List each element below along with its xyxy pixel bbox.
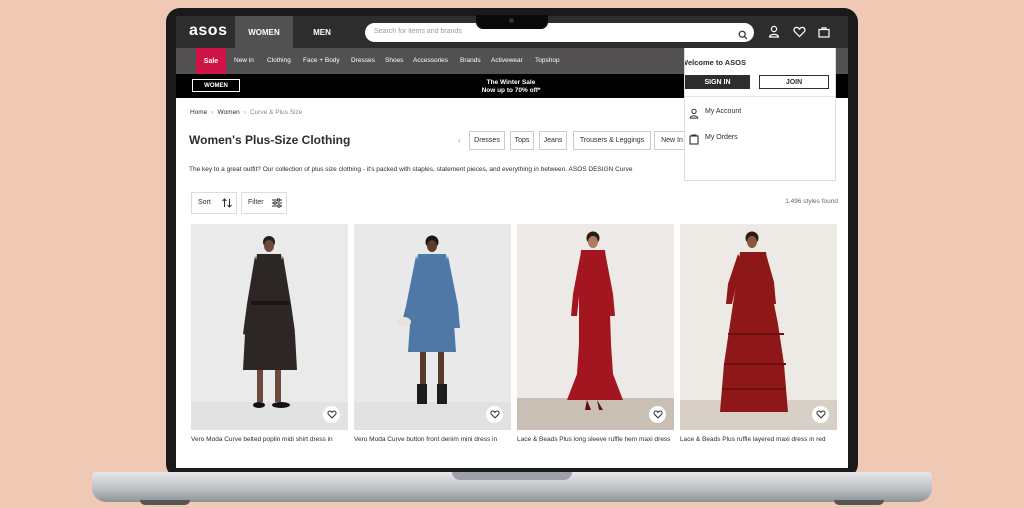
- my-orders-link[interactable]: My Orders: [705, 134, 738, 141]
- breadcrumb-home[interactable]: Home: [190, 109, 207, 116]
- nav-item-new-in[interactable]: New in: [234, 57, 254, 64]
- join-button[interactable]: JOIN: [759, 75, 829, 89]
- wishlist-heart-icon[interactable]: [812, 406, 829, 423]
- filter-label: Filter: [248, 199, 264, 206]
- camera-notch: [476, 15, 548, 29]
- nav-item-sale[interactable]: Sale: [196, 48, 226, 74]
- nav-item-topshop[interactable]: Topshop: [535, 57, 560, 64]
- pill-trousers-leggings[interactable]: Trousers & Leggings: [573, 131, 651, 150]
- user-icon: [689, 106, 699, 124]
- page-title: Women's Plus-Size Clothing: [189, 133, 351, 147]
- promo-text[interactable]: The Winter Sale Now up to 70% off*: [466, 79, 556, 95]
- nav-item-activewear[interactable]: Activewear: [491, 57, 523, 64]
- product-name[interactable]: Vero Moda Curve button front denim mini …: [354, 436, 511, 443]
- sort-button[interactable]: Sort: [191, 192, 237, 214]
- laptop-foot-right: [834, 500, 884, 505]
- promo-line-2: Now up to 70% off*: [481, 87, 541, 94]
- chevron-left-icon[interactable]: ‹: [458, 136, 461, 145]
- wishlist-heart-icon[interactable]: [649, 406, 666, 423]
- camera-icon: [509, 18, 514, 23]
- laptop-foot-left: [140, 500, 190, 505]
- orders-icon: [689, 132, 699, 150]
- product-name[interactable]: Vero Moda Curve belted poplin midi shirt…: [191, 436, 348, 443]
- filter-sliders-icon: [271, 197, 283, 211]
- my-account-link[interactable]: My Account: [705, 108, 741, 115]
- pill-dresses[interactable]: Dresses: [469, 131, 505, 150]
- account-icon[interactable]: [768, 25, 780, 43]
- laptop-base: [92, 472, 932, 502]
- breadcrumb: Home › Women › Curve & Plus Size: [190, 109, 302, 116]
- product-image[interactable]: [517, 224, 674, 430]
- account-divider: [685, 96, 835, 97]
- browser-screen: asos WOMEN MEN Search for items and bran…: [176, 16, 848, 468]
- breadcrumb-separator-icon: ›: [211, 109, 214, 116]
- pill-tops[interactable]: Tops: [510, 131, 534, 150]
- nav-item-accessories[interactable]: Accessories: [413, 57, 448, 64]
- product-image[interactable]: [191, 224, 348, 430]
- nav-item-clothing[interactable]: Clothing: [267, 57, 291, 64]
- tab-men[interactable]: MEN: [293, 16, 351, 48]
- asos-logo[interactable]: asos: [189, 22, 227, 40]
- account-dropdown-header: Welcome to ASOS: [684, 48, 835, 74]
- category-description: The key to a great outfit? Our collectio…: [189, 166, 633, 173]
- tab-women[interactable]: WOMEN: [235, 16, 293, 48]
- nav-item-dresses[interactable]: Dresses: [351, 57, 375, 64]
- search-icon[interactable]: [738, 27, 748, 45]
- wishlist-heart-icon[interactable]: [323, 406, 340, 423]
- filter-button[interactable]: Filter: [241, 192, 287, 214]
- product-image[interactable]: [354, 224, 511, 430]
- account-welcome-text: Welcome to ASOS: [684, 58, 747, 67]
- product-image[interactable]: [680, 224, 837, 430]
- pill-jeans[interactable]: Jeans: [539, 131, 567, 150]
- bag-icon[interactable]: [818, 25, 830, 43]
- breadcrumb-separator-icon: ›: [243, 109, 246, 116]
- product-name[interactable]: Lace & Beads Plus long sleeve ruffle hem…: [517, 436, 674, 443]
- search-input[interactable]: Search for items and brands: [365, 23, 754, 42]
- wishlist-heart-icon[interactable]: [486, 406, 503, 423]
- breadcrumb-current: Curve & Plus Size: [249, 109, 303, 116]
- product-name[interactable]: Lace & Beads Plus ruffle layered maxi dr…: [680, 436, 837, 443]
- nav-item-shoes[interactable]: Shoes: [385, 57, 403, 64]
- breadcrumb-women[interactable]: Women: [218, 109, 240, 116]
- sort-arrows-icon: [221, 197, 233, 211]
- nav-item-brands[interactable]: Brands: [460, 57, 481, 64]
- heart-icon[interactable]: [793, 25, 806, 43]
- search-placeholder: Search for items and brands: [374, 28, 462, 35]
- promo-line-1: The Winter Sale: [486, 79, 536, 86]
- styles-found-count: 1,496 styles found: [785, 198, 838, 205]
- account-dropdown: Welcome to ASOS SIGN IN JOIN My Account …: [684, 48, 836, 181]
- sign-in-button[interactable]: SIGN IN: [685, 75, 750, 89]
- promo-women-button[interactable]: WOMEN: [192, 79, 240, 92]
- laptop-base-notch: [452, 472, 572, 480]
- nav-item-face-body[interactable]: Face + Body: [303, 57, 340, 64]
- sort-label: Sort: [198, 199, 211, 206]
